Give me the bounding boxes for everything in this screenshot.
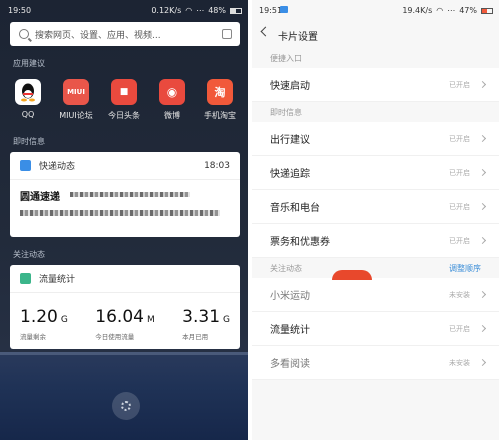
- chevron-right-icon: [478, 290, 487, 299]
- gear-icon: [121, 401, 131, 411]
- notification-icon: [280, 6, 288, 13]
- app-weibo[interactable]: ◉ 微博: [149, 79, 195, 121]
- chevron-right-icon: [478, 168, 487, 177]
- chevron-right-icon: [478, 80, 487, 89]
- traffic-card[interactable]: 流量统计 1.20 G 流量剩余 16.04 M 今日使用流量 3.31 G 本月已用: [10, 265, 240, 349]
- stat-remaining: 1.20 G 流量剩余: [20, 307, 68, 341]
- miui-icon: MIUI: [63, 79, 89, 105]
- app-miui-forum[interactable]: MIUI MIUI论坛: [53, 79, 99, 121]
- status-time: 19:50: [8, 6, 32, 15]
- stat-today: 16.04 M 今日使用流量: [95, 307, 155, 341]
- drag-overlay: [332, 270, 372, 280]
- chevron-right-icon: [478, 324, 487, 333]
- follow-section-label: 关注动态: [13, 250, 45, 259]
- battery-icon: [230, 7, 242, 14]
- section-instant: 即时信息: [270, 107, 302, 117]
- search-icon: [19, 29, 29, 39]
- app-qq[interactable]: QQ: [5, 79, 51, 121]
- search-bar[interactable]: 搜索网页、设置、应用、视频...: [10, 22, 240, 46]
- qq-icon: [15, 79, 41, 105]
- row-duokan[interactable]: 多看阅读 未安装: [252, 346, 499, 380]
- right-screen: 19:51 19.4K/s ◠ ⋯ 47% 卡片设置 便捷入口 快速启动 已开启…: [252, 0, 499, 440]
- section-shortcut: 便捷入口: [270, 53, 302, 63]
- chevron-right-icon: [478, 358, 487, 367]
- scan-icon[interactable]: [222, 29, 232, 39]
- row-express[interactable]: 快递追踪 已开启: [252, 156, 499, 190]
- express-time: 18:03: [204, 160, 230, 171]
- status-bar: 19:50 0.12K/s ◠ ⋯ 48%: [0, 0, 248, 20]
- stat-month: 3.31 G 本月已用: [182, 307, 230, 341]
- express-title: 快递动态: [39, 162, 76, 172]
- settings-gear-button[interactable]: [112, 392, 140, 420]
- redacted-text: [70, 192, 190, 197]
- reorder-link[interactable]: 调整顺序: [449, 263, 481, 274]
- weibo-icon: ◉: [159, 79, 185, 105]
- status-time: 19:51: [259, 6, 283, 15]
- chevron-right-icon: [478, 134, 487, 143]
- battery-icon: [481, 7, 493, 14]
- wifi-icon: ◠: [185, 6, 193, 15]
- redacted-text: [20, 210, 220, 216]
- status-bar: 19:51 19.4K/s ◠ ⋯ 47%: [252, 0, 499, 20]
- row-traffic[interactable]: 流量统计 已开启: [252, 312, 499, 346]
- row-tickets[interactable]: 票务和优惠券 已开启: [252, 224, 499, 258]
- search-placeholder: 搜索网页、设置、应用、视频...: [35, 30, 161, 41]
- instant-section-label: 即时信息: [13, 137, 45, 146]
- page-title: 卡片设置: [278, 32, 318, 43]
- app-taobao[interactable]: 淘 手机淘宝: [197, 79, 243, 121]
- battery-percent: 48%: [208, 6, 226, 15]
- signal-icon: ⋯: [196, 6, 205, 15]
- traffic-icon: [20, 273, 31, 284]
- chevron-right-icon: [478, 236, 487, 245]
- chevron-right-icon: [478, 202, 487, 211]
- taobao-icon: 淘: [207, 79, 233, 105]
- row-mi-sport[interactable]: 小米运动 未安装: [252, 278, 499, 312]
- signal-icon: ⋯: [447, 6, 456, 15]
- section-follow: 关注动态 调整顺序: [270, 263, 481, 274]
- traffic-title: 流量统计: [39, 275, 76, 285]
- wifi-icon: ◠: [436, 6, 444, 15]
- package-icon: [20, 160, 31, 171]
- apps-section-label: 应用建议: [13, 59, 45, 68]
- row-quick-launch[interactable]: 快速启动 已开启: [252, 68, 499, 102]
- row-music[interactable]: 音乐和电台 已开启: [252, 190, 499, 224]
- battery-percent: 47%: [459, 6, 477, 15]
- app-suggestions: QQ MIUI MIUI论坛 ■ 今日头条 ◉ 微博 淘 手机淘宝: [0, 79, 248, 121]
- back-arrow-icon[interactable]: [260, 26, 271, 37]
- nav-bar: 卡片设置: [252, 20, 499, 48]
- express-card[interactable]: 快递动态 18:03 圆通速递: [10, 152, 240, 237]
- toutiao-icon: ■: [111, 79, 137, 105]
- network-speed: 0.12K/s: [151, 6, 182, 15]
- left-screen: 19:50 0.12K/s ◠ ⋯ 48% 搜索网页、设置、应用、视频... 应…: [0, 0, 248, 440]
- app-toutiao[interactable]: ■ 今日头条: [101, 79, 147, 121]
- network-speed: 19.4K/s: [402, 6, 433, 15]
- row-travel[interactable]: 出行建议 已开启: [252, 122, 499, 156]
